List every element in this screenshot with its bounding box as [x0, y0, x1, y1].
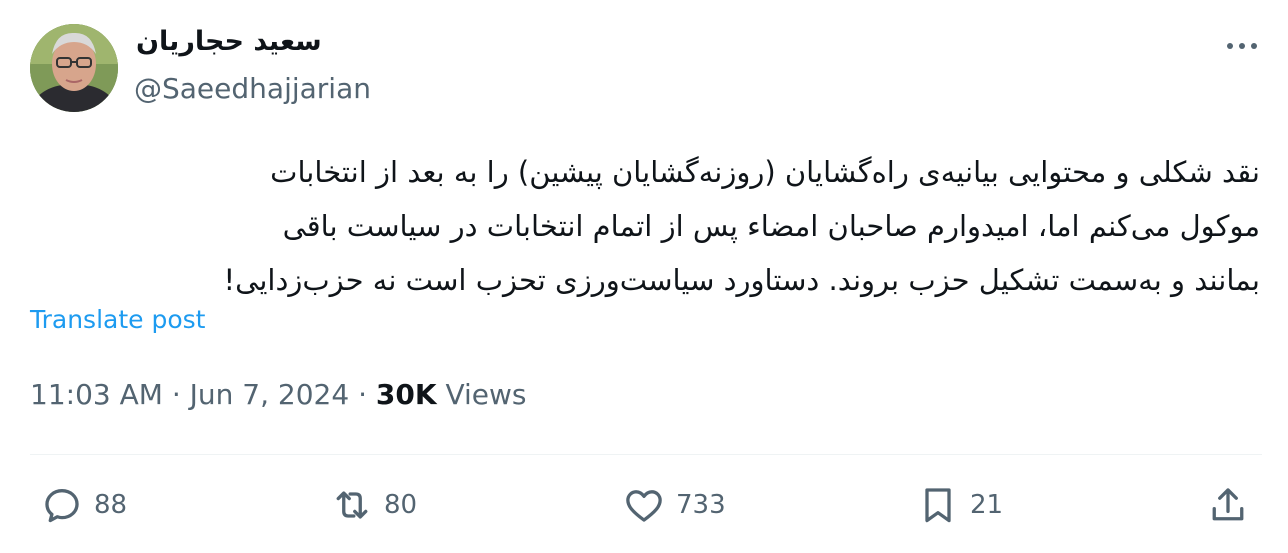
bookmark-button[interactable]: 21: [916, 480, 1003, 530]
avatar[interactable]: [30, 24, 118, 112]
views-label: Views: [445, 378, 527, 411]
repost-button[interactable]: 80: [330, 480, 417, 530]
repost-icon: [336, 491, 368, 519]
tweet-text-line: نقد شکلی و محتوایی بیانیه‌ی راه‌گشایان (…: [270, 155, 1260, 189]
repost-count: 80: [384, 490, 418, 520]
reply-button[interactable]: 88: [40, 480, 127, 530]
avatar-image: [30, 24, 118, 112]
author-display-name[interactable]: سعید حجاریان: [136, 26, 322, 57]
divider: [30, 454, 1262, 455]
author-handle[interactable]: @Saeedhajjarian: [134, 72, 371, 105]
tweet-date[interactable]: Jun 7, 2024: [190, 378, 350, 411]
tweet-meta: 11:03 AM · Jun 7, 2024 · 30K Views: [30, 378, 527, 411]
tweet-time[interactable]: 11:03 AM: [30, 378, 163, 411]
bookmark-count: 21: [970, 490, 1004, 520]
meta-separator: ·: [358, 378, 367, 411]
more-icon[interactable]: [1224, 32, 1260, 60]
translate-post-link[interactable]: Translate post: [30, 305, 205, 334]
like-button[interactable]: 733: [622, 480, 726, 530]
share-icon: [1212, 488, 1244, 521]
reply-icon: [45, 489, 79, 523]
tweet-text-line: بمانند و به‌سمت تشکیل حزب بروند. دستاورد…: [223, 263, 1260, 297]
views-count[interactable]: 30K: [376, 378, 437, 411]
tweet-card: سعید حجاریان @Saeedhajjarian نقد شکلی و …: [0, 0, 1288, 553]
like-icon: [626, 490, 662, 522]
like-count: 733: [676, 490, 726, 520]
tweet-text: نقد شکلی و محتوایی بیانیه‌ی راه‌گشایان (…: [28, 145, 1260, 307]
meta-separator: ·: [171, 378, 181, 411]
tweet-text-line: موکول می‌کنم اما، امیدوارم صاحبان امضاء …: [282, 209, 1260, 243]
reply-count: 88: [94, 490, 128, 520]
bookmark-icon: [925, 488, 951, 523]
share-button[interactable]: [1206, 480, 1250, 530]
